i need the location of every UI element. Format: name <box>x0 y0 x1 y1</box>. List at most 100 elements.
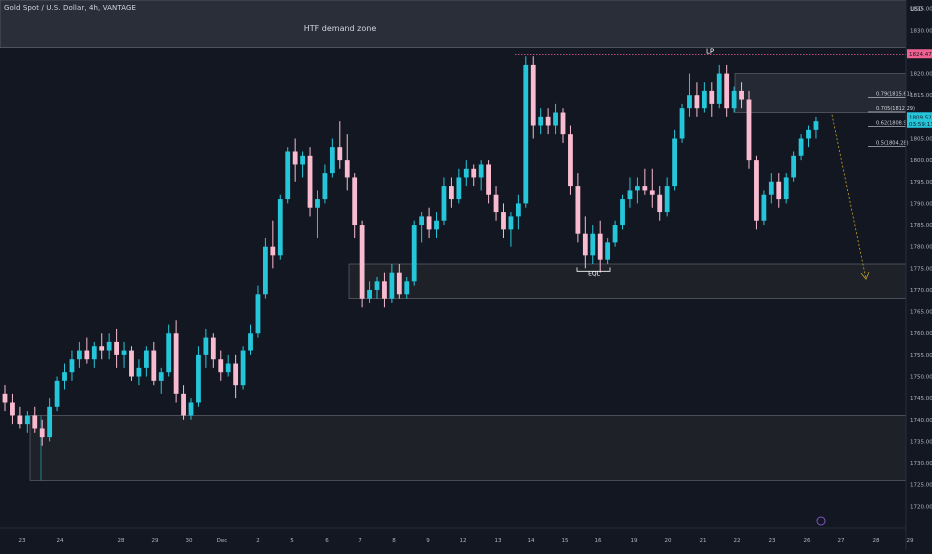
bear-candle[interactable] <box>344 160 350 178</box>
bear-candle[interactable] <box>2 393 8 403</box>
bear-candle[interactable] <box>218 359 224 373</box>
bull-candle[interactable] <box>701 90 707 109</box>
bear-candle[interactable] <box>99 346 105 351</box>
bull-candle[interactable] <box>54 380 60 407</box>
bull-candle[interactable] <box>277 199 283 256</box>
low-demand-zone[interactable] <box>29 415 907 481</box>
bull-candle[interactable] <box>255 294 261 334</box>
chart-area[interactable]: HTF demand zone LP 0.79(1815.61) 0.705(1812… <box>0 0 932 550</box>
bull-candle[interactable] <box>463 168 469 178</box>
bear-candle[interactable] <box>210 337 216 360</box>
bear-candle[interactable] <box>359 225 365 299</box>
bull-candle[interactable] <box>553 112 558 126</box>
bear-candle[interactable] <box>181 393 186 416</box>
bear-candle[interactable] <box>10 402 15 416</box>
bear-candle[interactable] <box>129 350 134 377</box>
bear-candle[interactable] <box>382 281 387 299</box>
bull-candle[interactable] <box>166 333 172 373</box>
bull-candle[interactable] <box>315 199 320 208</box>
bear-candle[interactable] <box>709 90 715 104</box>
bull-candle[interactable] <box>523 64 529 204</box>
bull-candle[interactable] <box>441 186 447 221</box>
bear-candle[interactable] <box>560 112 566 135</box>
bull-candle[interactable] <box>605 242 611 260</box>
bull-candle[interactable] <box>434 220 439 230</box>
bull-candle[interactable] <box>240 350 246 386</box>
bull-candle[interactable] <box>627 190 633 200</box>
bull-candle[interactable] <box>716 73 722 104</box>
bull-candle[interactable] <box>69 359 75 373</box>
bear-candle[interactable] <box>233 363 239 386</box>
bull-candle[interactable] <box>329 147 335 174</box>
bull-candle[interactable] <box>91 346 97 360</box>
bull-candle[interactable] <box>813 121 819 130</box>
bull-candle[interactable] <box>143 350 149 368</box>
bull-candle[interactable] <box>404 281 410 295</box>
bear-candle[interactable] <box>746 99 752 161</box>
bull-candle[interactable] <box>62 372 67 381</box>
bear-candle[interactable] <box>657 194 663 213</box>
bear-candle[interactable] <box>39 428 45 438</box>
bear-candle[interactable] <box>597 233 603 260</box>
bear-candle[interactable] <box>486 164 491 195</box>
bear-candle[interactable] <box>292 151 298 165</box>
bull-candle[interactable] <box>158 372 164 381</box>
bull-candle[interactable] <box>590 233 596 256</box>
bull-candle[interactable] <box>798 138 804 156</box>
bear-candle[interactable] <box>173 333 179 394</box>
bear-candle[interactable] <box>151 350 157 381</box>
bear-candle[interactable] <box>501 212 506 230</box>
bull-candle[interactable] <box>203 337 209 355</box>
bull-candle[interactable] <box>672 138 677 187</box>
bear-candle[interactable] <box>32 415 38 429</box>
bull-candle[interactable] <box>136 367 142 377</box>
bull-candle[interactable] <box>419 216 425 226</box>
bear-candle[interactable] <box>568 134 573 187</box>
bull-candle[interactable] <box>121 350 127 355</box>
bear-candle[interactable] <box>337 147 343 161</box>
bull-candle[interactable] <box>783 177 789 200</box>
candlestick-chart[interactable]: HTF demand zoneLP0.79(1815.61)0.705(1812… <box>0 0 932 550</box>
bull-candle[interactable] <box>322 173 328 200</box>
bear-candle[interactable] <box>582 233 588 256</box>
bear-candle[interactable] <box>84 350 90 360</box>
bull-candle[interactable] <box>47 406 53 438</box>
bull-candle[interactable] <box>374 281 380 290</box>
bull-candle[interactable] <box>478 164 484 178</box>
bull-candle[interactable] <box>367 289 372 299</box>
bull-candle[interactable] <box>456 177 462 200</box>
bull-candle[interactable] <box>106 341 112 351</box>
bull-candle[interactable] <box>687 95 692 109</box>
bull-candle[interactable] <box>635 186 640 191</box>
bull-candle[interactable] <box>508 216 514 230</box>
bull-candle[interactable] <box>300 155 305 165</box>
mid-demand-zone[interactable] <box>348 263 907 299</box>
bull-candle[interactable] <box>248 333 253 351</box>
bear-candle[interactable] <box>307 155 313 208</box>
bull-candle[interactable] <box>679 108 685 139</box>
bull-candle[interactable] <box>538 116 544 126</box>
bear-candle[interactable] <box>426 216 432 230</box>
bull-candle[interactable] <box>225 363 231 373</box>
bear-candle[interactable] <box>776 181 782 200</box>
bear-candle[interactable] <box>396 272 402 295</box>
bear-candle[interactable] <box>471 168 477 178</box>
bull-candle[interactable] <box>620 199 625 226</box>
bull-candle[interactable] <box>612 225 618 243</box>
bear-candle[interactable] <box>114 341 119 355</box>
bull-candle[interactable] <box>761 194 767 221</box>
bull-candle[interactable] <box>411 225 417 282</box>
bull-candle[interactable] <box>196 354 201 403</box>
bull-candle[interactable] <box>768 181 774 195</box>
bull-candle[interactable] <box>263 246 268 295</box>
bull-candle[interactable] <box>731 90 737 109</box>
bear-candle[interactable] <box>694 95 700 109</box>
bull-candle[interactable] <box>791 155 797 178</box>
bear-candle[interactable] <box>352 177 358 226</box>
bear-candle[interactable] <box>575 186 581 234</box>
bear-candle[interactable] <box>724 73 730 109</box>
bull-candle[interactable] <box>664 186 670 213</box>
bull-candle[interactable] <box>188 402 194 416</box>
bear-candle[interactable] <box>739 90 744 100</box>
bull-candle[interactable] <box>77 350 82 360</box>
